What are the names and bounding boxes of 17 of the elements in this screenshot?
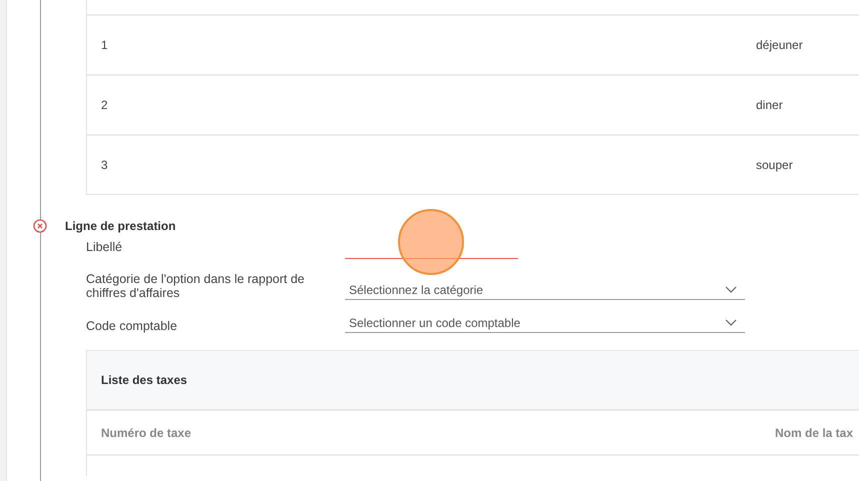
table-cell: diner xyxy=(756,98,783,112)
column-header: Nom de la tax xyxy=(775,426,854,440)
table-cell-text: 2 xyxy=(100,98,109,112)
dropdown-field[interactable]: Sélectionnez la catégorie xyxy=(345,280,745,300)
table-cell-text: 3 xyxy=(100,158,109,172)
column-header: Numéro de taxe xyxy=(100,426,192,440)
section-title: Ligne de prestation xyxy=(65,219,176,233)
table-cell-text: 1 xyxy=(100,38,109,52)
chevron-down-icon xyxy=(725,318,737,326)
dropdown-field[interactable]: Selectionner un code comptable xyxy=(345,313,745,333)
table-cell: déjeuner xyxy=(756,38,803,52)
field-label: Libellé xyxy=(86,240,124,254)
chevron-down-icon xyxy=(725,286,737,294)
field-label: Catégorie de l'option dans le rapport de chiffres d'affaires xyxy=(86,272,306,300)
table-cell: souper xyxy=(756,158,793,172)
field-label: Code comptable xyxy=(86,319,178,333)
card-title: Liste des taxes xyxy=(101,373,188,387)
